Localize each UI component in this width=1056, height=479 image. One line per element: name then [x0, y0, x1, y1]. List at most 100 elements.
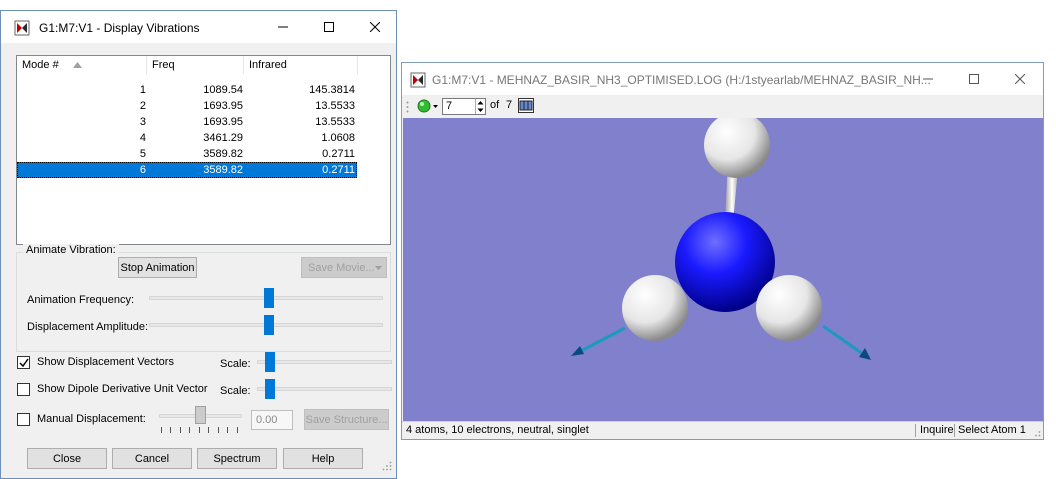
film-strip-icon[interactable] — [518, 98, 534, 113]
save-structure-button[interactable]: Save Structure... — [304, 409, 389, 430]
viewer-statusbar: 4 atoms, 10 electrons, neutral, singlet … — [402, 421, 1043, 439]
close-icon — [1015, 74, 1025, 84]
vibration-modes-table[interactable]: Mode # Freq Infrared 1 1089.54 145.3814 2 16… — [16, 55, 391, 245]
manual-displacement-slider[interactable] — [195, 406, 206, 424]
viewer-toolbar: 7 of 7 — [402, 95, 1043, 117]
infrared-cell: 0.2711 — [322, 164, 355, 176]
toolbar-grip-icon — [406, 101, 409, 113]
molecule-summary: 4 atoms, 10 electrons, neutral, singlet — [406, 424, 589, 436]
dialog-titlebar: G1:M7:V1 - Display Vibrations — [1, 11, 396, 43]
freq-cell: 1693.95 — [203, 100, 243, 112]
mode-cell: 6 — [139, 164, 146, 176]
dialog-title: G1:M7:V1 - Display Vibrations — [39, 21, 200, 35]
close-button[interactable]: Close — [27, 448, 107, 469]
freq-cell: 3589.82 — [203, 148, 243, 160]
spin-up-icon — [477, 101, 484, 105]
close-window-button[interactable] — [352, 11, 398, 43]
frame-number-spinbox[interactable]: 7 — [442, 98, 486, 115]
nh3-molecule-render — [571, 118, 871, 360]
displacement-vector-right — [822, 324, 864, 356]
maximize-button[interactable] — [306, 11, 352, 43]
molecule-3d-canvas[interactable] — [403, 118, 1043, 421]
show-dipole-derivative-label: Show Dipole Derivative Unit Vector — [37, 383, 208, 395]
green-ball-icon[interactable] — [417, 99, 439, 113]
displacement-amplitude-label: Displacement Amplitude: — [27, 321, 149, 333]
mode-cell: 4 — [139, 132, 146, 144]
manual-displacement-value[interactable]: 0.00 — [251, 410, 293, 430]
table-row[interactable]: 2 1693.95 13.5533 — [17, 98, 357, 114]
vector-arrowhead-left — [571, 346, 584, 356]
save-movie-button[interactable]: Save Movie... — [301, 257, 387, 278]
display-vibrations-dialog: G1:M7:V1 - Display Vibrations Mode # Fre… — [0, 10, 397, 479]
mode-cell: 1 — [139, 84, 146, 96]
viewer-close-button[interactable] — [997, 63, 1043, 95]
mode-cell: 5 — [139, 148, 146, 160]
show-displacement-vectors-checkbox[interactable] — [17, 356, 30, 369]
table-row[interactable]: 6 3589.82 0.2711 — [17, 162, 357, 178]
vector-scale-track — [257, 360, 392, 364]
spectrum-button[interactable]: Spectrum — [197, 448, 277, 469]
resize-grip-icon[interactable] — [382, 461, 392, 471]
mode-cell: 2 — [139, 100, 146, 112]
infrared-cell: 0.2711 — [322, 148, 355, 160]
hydrogen-atom-right[interactable] — [756, 275, 822, 341]
mode-cell: 3 — [139, 116, 146, 128]
spin-arrows[interactable] — [475, 99, 485, 114]
infrared-cell: 1.0608 — [321, 132, 355, 144]
hydrogen-atom-top[interactable] — [704, 118, 770, 178]
infrared-cell: 13.5533 — [315, 116, 355, 128]
freq-cell: 3589.82 — [203, 164, 243, 176]
animation-frequency-slider[interactable] — [263, 288, 274, 308]
table-row[interactable]: 1 1089.54 145.3814 — [17, 82, 357, 98]
animation-frequency-label: Animation Frequency: — [27, 294, 134, 306]
infrared-cell: 13.5533 — [315, 100, 355, 112]
freq-cell: 3461.29 — [203, 132, 243, 144]
displacement-amplitude-slider[interactable] — [263, 315, 274, 335]
table-row[interactable]: 4 3461.29 1.0608 — [17, 130, 357, 146]
gaussview-app-icon — [410, 72, 426, 88]
viewer-maximize-button[interactable] — [951, 63, 997, 95]
viewer-title: G1:M7:V1 - MEHNAZ_BASIR_NH3_OPTIMISED.LO… — [432, 73, 931, 87]
show-displacement-vectors-label: Show Displacement Vectors — [37, 356, 174, 368]
resize-grip-icon[interactable] — [1031, 427, 1041, 437]
close-icon — [370, 22, 380, 32]
cancel-button[interactable]: Cancel — [112, 448, 192, 469]
minimize-icon — [278, 26, 288, 28]
table-row[interactable]: 5 3589.82 0.2711 — [17, 146, 357, 162]
infrared-cell: 145.3814 — [309, 84, 355, 96]
manual-displacement-ticks — [161, 427, 241, 433]
table-row[interactable]: 3 1693.95 13.5533 — [17, 114, 357, 130]
viewer-minimize-button[interactable] — [905, 63, 951, 95]
stop-animation-button[interactable]: Stop Animation — [118, 257, 197, 278]
select-atom-status[interactable]: Select Atom 1 — [958, 424, 1026, 436]
maximize-icon — [969, 74, 979, 84]
minimize-icon — [923, 78, 933, 80]
checkmark-icon — [19, 358, 29, 368]
manual-displacement-checkbox[interactable] — [17, 413, 30, 426]
dipole-scale-track — [257, 387, 392, 391]
column-header-infrared[interactable]: Infrared — [244, 56, 358, 74]
status-separator — [954, 424, 955, 437]
dropdown-arrow-icon — [375, 266, 382, 270]
vector-scale-label: Scale: — [220, 358, 251, 370]
hydrogen-atom-left[interactable] — [622, 275, 688, 341]
inquire-status[interactable]: Inquire — [920, 424, 954, 436]
vector-scale-slider[interactable] — [265, 352, 276, 372]
of-label: of — [490, 99, 500, 111]
molecule-viewer-window: G1:M7:V1 - MEHNAZ_BASIR_NH3_OPTIMISED.LO… — [401, 62, 1044, 440]
freq-cell: 1693.95 — [203, 116, 243, 128]
manual-displacement-label: Manual Displacement: — [37, 413, 146, 425]
status-separator — [915, 424, 916, 437]
show-dipole-derivative-checkbox[interactable] — [17, 383, 30, 396]
column-header-freq[interactable]: Freq — [147, 56, 244, 74]
sort-ascending-icon — [73, 62, 82, 68]
maximize-icon — [324, 22, 334, 32]
help-button[interactable]: Help — [283, 448, 363, 469]
displacement-vector-left — [578, 326, 626, 354]
column-header-mode[interactable]: Mode # — [17, 56, 147, 74]
animate-vibration-label: Animate Vibration: — [23, 244, 119, 256]
minimize-button[interactable] — [260, 11, 306, 43]
dipole-scale-slider[interactable] — [265, 379, 276, 399]
viewer-titlebar: G1:M7:V1 - MEHNAZ_BASIR_NH3_OPTIMISED.LO… — [402, 63, 1043, 95]
gaussview-app-icon — [14, 20, 30, 36]
